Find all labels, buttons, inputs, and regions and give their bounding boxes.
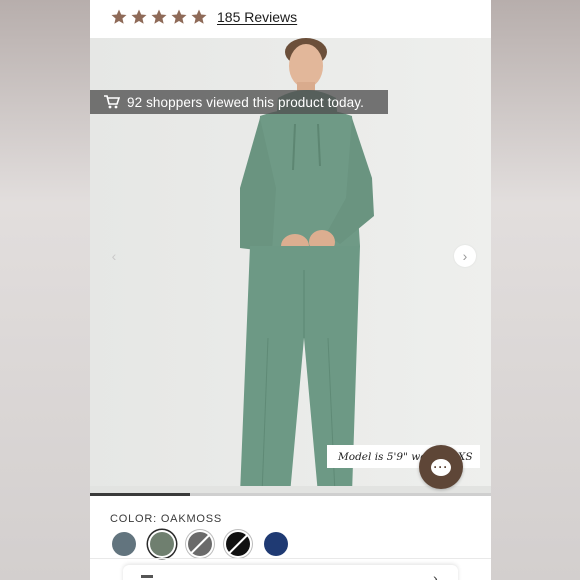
color-swatches [112,532,288,556]
sold-out-slash [190,534,210,554]
shopping-cart-icon [104,95,120,109]
star-icon [151,9,167,24]
star-icon [131,9,147,24]
chat-bubble-icon: ··· [431,458,451,476]
product-image-gallery[interactable]: 92 shoppers viewed this product today. ‹… [90,38,491,494]
color-swatch-slate-blue[interactable] [112,532,136,556]
color-swatch-black[interactable] [226,532,250,556]
chevron-right-icon: › [433,570,438,580]
shoppers-viewed-text: 92 shoppers viewed this product today. [127,94,364,110]
product-panel: 185 Reviews 92 shoppers viewed this prod… [90,0,491,580]
previous-image-arrow-icon[interactable]: ‹ [103,245,125,267]
bottom-left-tab[interactable] [90,567,116,580]
star-icon [111,9,127,24]
star-icon [191,9,207,24]
background-left [0,0,90,580]
reviews-link[interactable]: 185 Reviews [217,9,297,25]
color-label: COLOR: OAKMOSS [110,513,223,525]
background-right [491,0,580,580]
bottom-action-bar[interactable]: › [123,565,458,580]
star-rating [110,8,208,26]
divider [90,558,491,559]
color-swatch-heather-charcoal[interactable] [188,532,212,556]
star-icon [171,9,187,24]
chat-button[interactable]: ··· [419,445,463,489]
sold-out-slash [228,534,248,554]
color-swatch-navy[interactable] [264,532,288,556]
next-image-arrow-icon[interactable]: › [454,245,476,267]
shoppers-viewed-banner: 92 shoppers viewed this product today. [90,90,388,114]
gallery-progress-bar [90,493,491,496]
rating-row: 185 Reviews [110,6,297,28]
menu-icon [141,575,153,578]
color-swatch-oakmoss[interactable] [150,532,174,556]
gallery-progress-fill [90,493,191,496]
